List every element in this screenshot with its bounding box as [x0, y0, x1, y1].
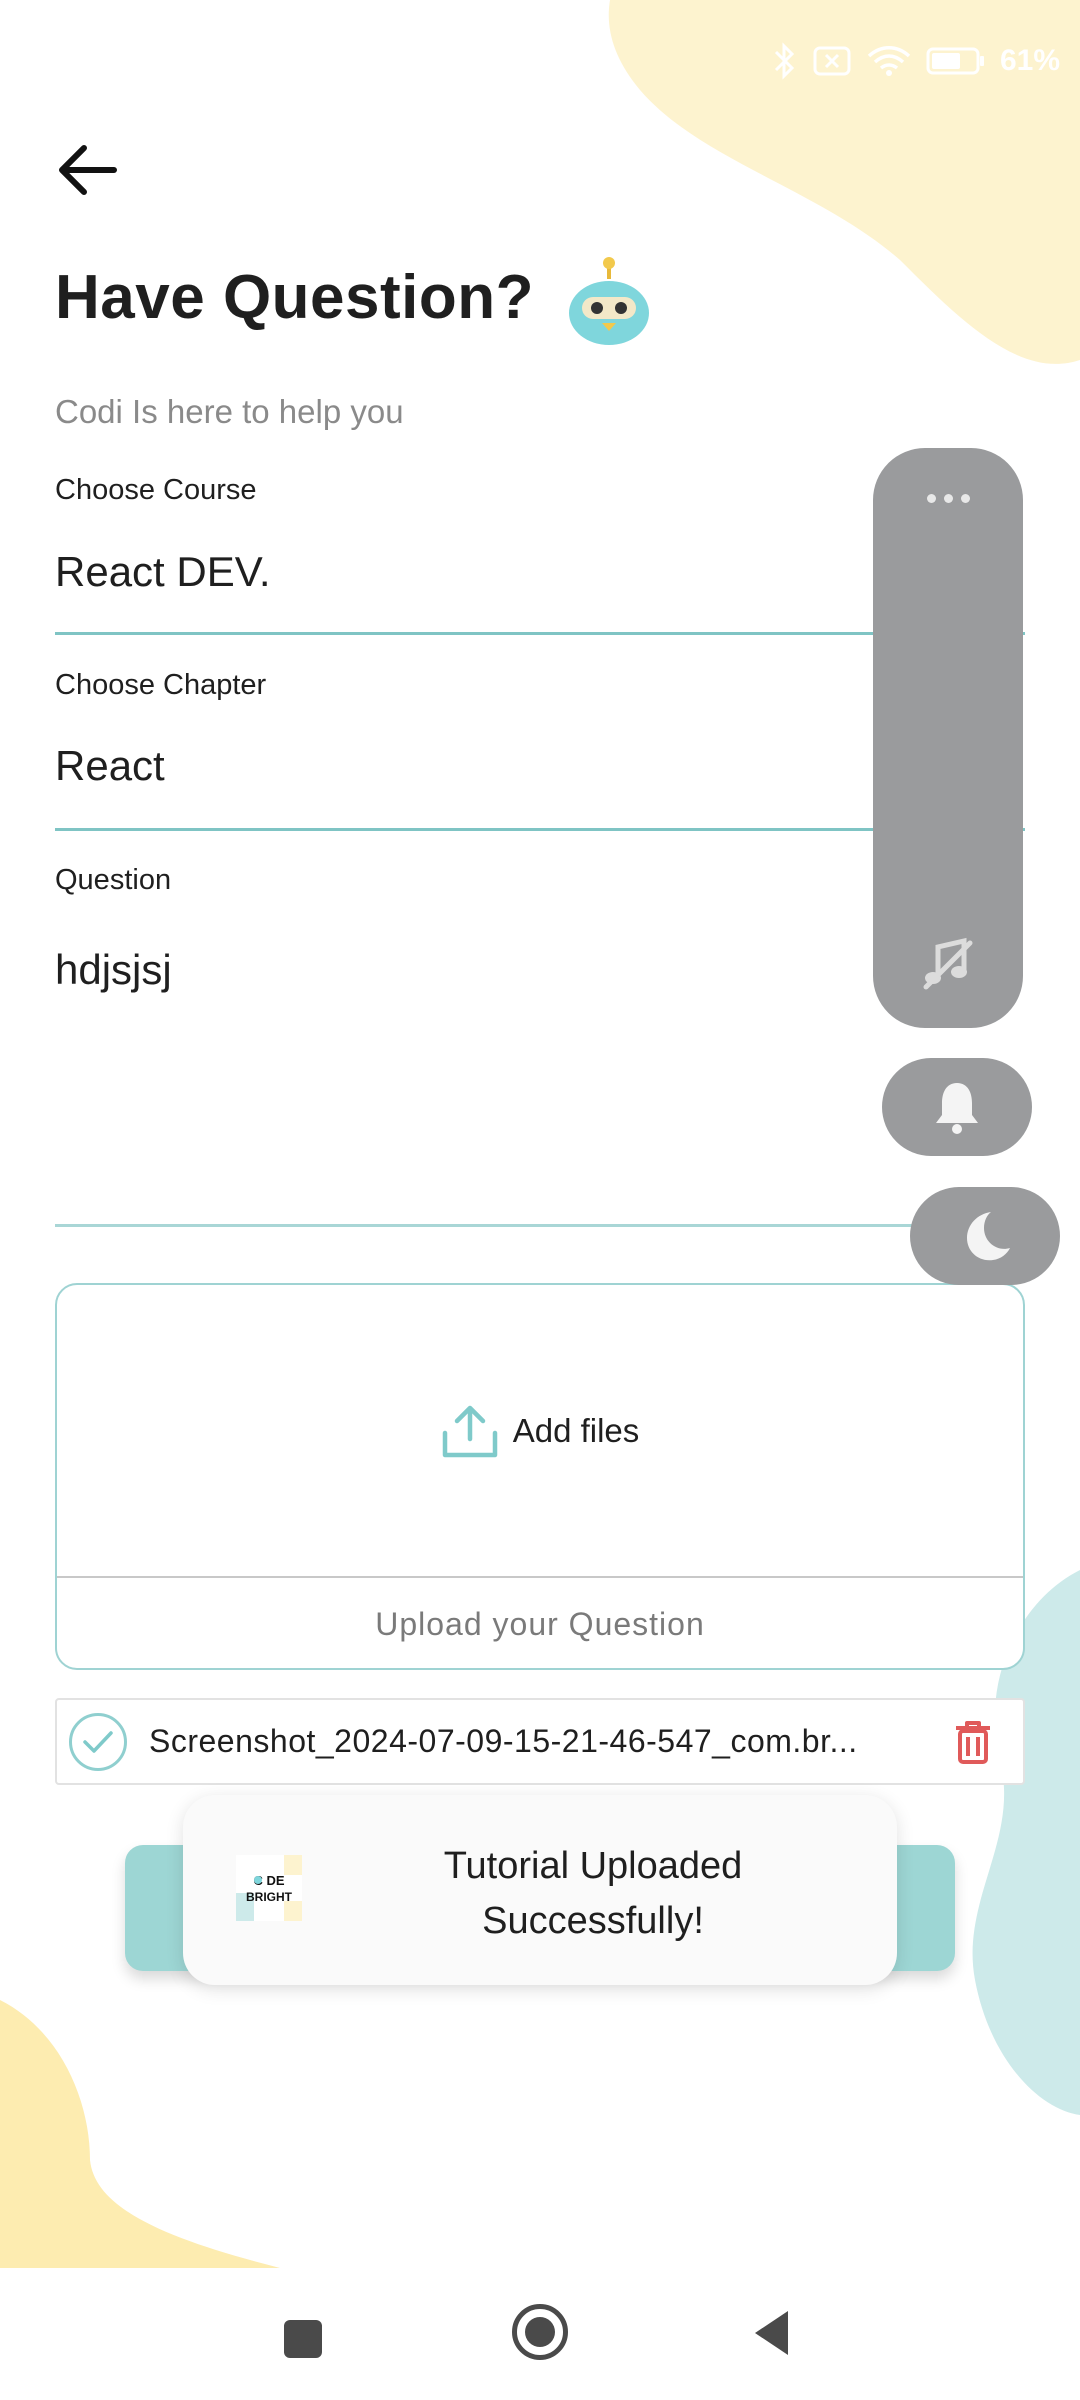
toast-text: Tutorial Uploaded Successfully!	[443, 1845, 743, 1942]
course-select[interactable]: React DEV.	[55, 548, 271, 596]
back-button[interactable]	[48, 130, 128, 210]
question-underline	[55, 1224, 1025, 1227]
music-off-icon[interactable]	[918, 933, 978, 993]
background-blobs	[0, 0, 1080, 2268]
question-label: Question	[55, 864, 172, 896]
code-bright-logo: C DE BRIGHT	[236, 1855, 302, 1921]
robot-icon	[569, 257, 649, 345]
chapter-select[interactable]: React	[55, 742, 165, 790]
course-label: Choose Course	[55, 474, 257, 506]
wifi-icon	[867, 46, 911, 76]
arrow-left-icon	[59, 145, 117, 195]
no-sim-icon	[813, 46, 851, 76]
trash-icon	[956, 1720, 990, 1764]
upload-caption: Upload your Question	[375, 1605, 705, 1642]
chapter-label: Choose Chapter	[55, 669, 267, 701]
more-dots-icon[interactable]	[873, 478, 1023, 518]
battery-percent: 61%	[999, 44, 1060, 77]
add-files-button[interactable]: Add files	[57, 1285, 1023, 1578]
status-bar: 61%	[720, 36, 1060, 86]
svg-text:BRIGHT: BRIGHT	[246, 1890, 293, 1904]
check-circle-icon	[69, 1712, 127, 1771]
attached-file-row: Screenshot_2024-07-09-15-21-46-547_com.b…	[55, 1698, 1025, 1785]
delete-file-button[interactable]	[949, 1716, 997, 1768]
moon-icon	[967, 1212, 1010, 1261]
home-button[interactable]	[512, 2304, 568, 2360]
dark-mode-toggle[interactable]	[910, 1187, 1060, 1285]
bluetooth-icon	[774, 42, 795, 80]
add-files-label: Add files	[512, 1411, 640, 1449]
battery-icon	[926, 47, 984, 75]
upload-area[interactable]: Add files Upload your Question	[55, 1283, 1025, 1670]
question-input[interactable]: hdjsjsj	[55, 946, 172, 994]
file-name: Screenshot_2024-07-09-15-21-46-547_com.b…	[149, 1723, 858, 1759]
upload-icon	[442, 1405, 497, 1457]
bell-icon	[936, 1083, 978, 1134]
floating-side-panel	[873, 448, 1023, 1028]
notification-toggle[interactable]	[882, 1058, 1032, 1156]
nav-back-button[interactable]	[752, 2308, 792, 2358]
page-title: Have Question?	[55, 263, 534, 332]
page-subtitle: Codi Is here to help you	[55, 393, 404, 430]
toast-message: C DE BRIGHT Tutorial Uploaded Successful…	[183, 1795, 897, 1985]
recent-apps-button[interactable]	[284, 2320, 322, 2358]
system-nav-bar	[0, 2268, 1080, 2400]
